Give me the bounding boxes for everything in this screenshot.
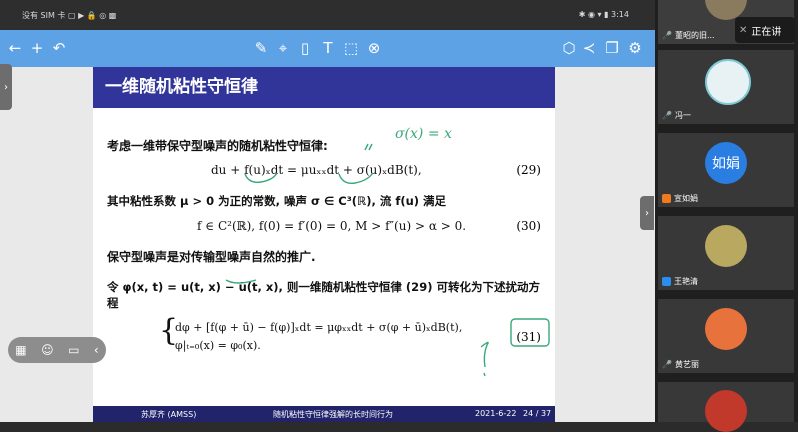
handwriting-layer: σ(x) = x: [225, 126, 550, 377]
slide-footer: 苏厚齐 (AMSS) 随机粘性守恒律强解的长时间行为 2021-6-22 24 …: [93, 406, 555, 422]
chevron-right-icon: ›: [4, 81, 8, 93]
ink-parallel: [364, 143, 373, 151]
collapse-icon[interactable]: ‹: [94, 343, 99, 357]
participant-name: 🎤 董昭的旧...: [662, 31, 715, 40]
speaking-indicator: ✕ 正在讲: [735, 17, 795, 43]
status-right: ✱ ◉ ▾ ▮ 3:14: [578, 10, 629, 19]
participant-tile[interactable]: 王艳清: [658, 216, 794, 290]
ink-underline-sigma: [338, 172, 374, 184]
participant-tile[interactable]: 🎤 黄艺丽: [658, 299, 794, 373]
ink-question: [480, 341, 489, 377]
participant-tile[interactable]: 🎤 冯一: [658, 50, 794, 124]
left-panel-toggle[interactable]: ›: [0, 64, 12, 110]
participant-tile[interactable]: 如娟 宣如娟: [658, 133, 794, 207]
mic-icon: 🎤: [662, 111, 672, 120]
chat-icon[interactable]: ▭: [68, 343, 79, 357]
participant-name: 🎤 冯一: [662, 111, 691, 120]
whiteboard[interactable]: 一维随机粘性守恒律 考虑一维带保守型噪声的随机粘性守恒律: du + f(u)ₓ…: [0, 67, 655, 422]
select-icon[interactable]: ⬚: [340, 37, 362, 59]
floating-toolbar: ▦ ☺ ▭ ‹: [8, 337, 106, 363]
text-icon[interactable]: T: [317, 37, 339, 59]
participant-name: 王艳清: [662, 276, 698, 287]
emoji-icon[interactable]: ☺: [41, 343, 54, 357]
status-left: 没有 SIM 卡 ▢ ▶ 🔒 ◎ ▩: [22, 11, 117, 20]
slide: 一维随机粘性守恒律 考虑一维带保守型噪声的随机粘性守恒律: du + f(u)ₓ…: [93, 67, 555, 422]
share-icon[interactable]: ≺: [578, 37, 600, 59]
footer-title: 随机粘性守恒律强解的长时间行为: [273, 410, 393, 419]
grid-icon[interactable]: ▦: [15, 343, 26, 357]
right-panel-toggle[interactable]: ›: [640, 196, 654, 230]
avatar: [705, 308, 747, 350]
participant-name: 🎤 黄艺丽: [662, 360, 699, 369]
mic-off-icon: ✕: [739, 24, 748, 36]
ink-box-31: [510, 318, 550, 347]
participant-tile[interactable]: [658, 382, 794, 432]
pen-icon[interactable]: ✎: [250, 37, 272, 59]
annotation-toolbar: ← + ↶ ✎ ⌖ ▯ T ⬚ ⊗ ⬡ ≺ ❐ ⚙: [0, 30, 655, 67]
phone-icon[interactable]: ▯: [294, 37, 316, 59]
avatar: [705, 225, 747, 267]
erase-icon[interactable]: ⊗: [363, 37, 385, 59]
ink-underline-ubar: [225, 279, 257, 284]
add-icon[interactable]: +: [26, 37, 48, 59]
ink-sigma-note: σ(x) = x: [395, 126, 452, 142]
settings-icon[interactable]: ⚙: [624, 37, 646, 59]
ink-underline-f: [244, 172, 278, 184]
mic-icon: 🎤: [662, 31, 672, 40]
marker-icon[interactable]: ⌖: [272, 37, 294, 59]
chevron-right-icon: ›: [645, 207, 649, 219]
participants-panel: 🎤 董昭的旧... ✕ 正在讲 🎤 冯一 如娟 宣如娟 王艳清 🎤 黄艺丽: [655, 0, 798, 432]
user-icon: [662, 277, 671, 286]
mic-icon: 🎤: [662, 360, 672, 369]
status-bar: 没有 SIM 卡 ▢ ▶ 🔒 ◎ ▩ ✱ ◉ ▾ ▮ 3:14: [0, 0, 655, 30]
avatar: 如娟: [705, 142, 747, 184]
footer-page: 24 / 37: [523, 409, 552, 418]
footer-date: 2021-6-22: [475, 409, 517, 418]
copy-icon[interactable]: ❐: [601, 37, 623, 59]
footer-author: 苏厚齐 (AMSS): [141, 410, 197, 419]
shape-icon[interactable]: ⬡: [558, 37, 580, 59]
avatar: [705, 390, 747, 432]
back-arrow-icon[interactable]: ←: [4, 37, 26, 59]
participant-name: 宣如娟: [662, 193, 698, 204]
avatar: [705, 59, 751, 105]
user-icon: [662, 194, 671, 203]
undo-icon[interactable]: ↶: [48, 37, 70, 59]
